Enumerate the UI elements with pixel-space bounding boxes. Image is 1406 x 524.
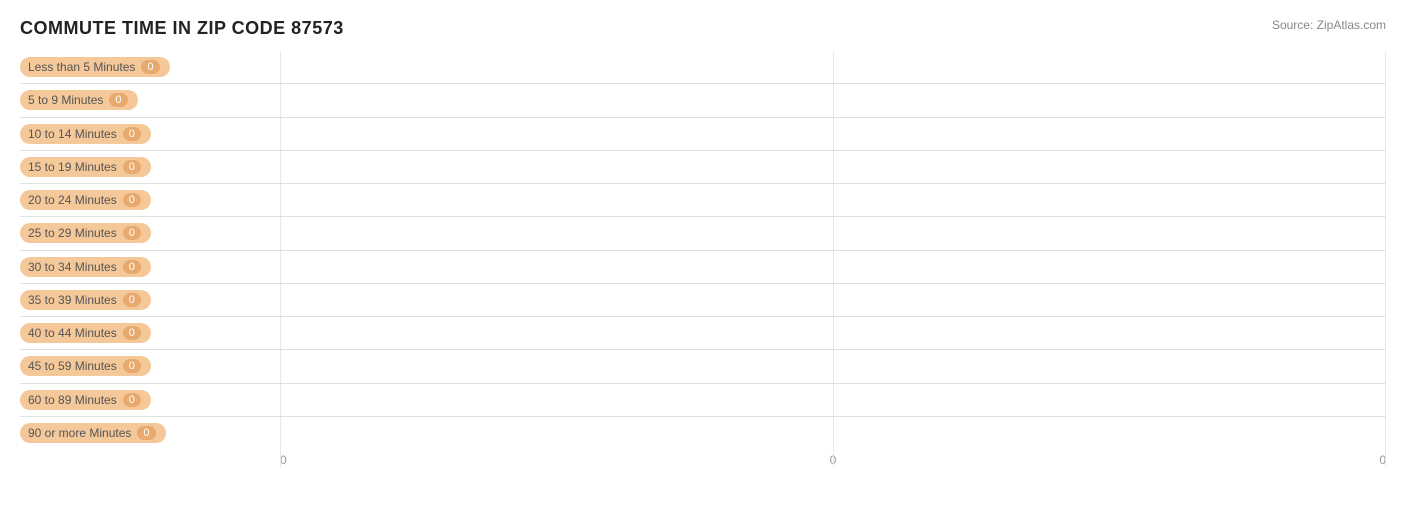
- bar-row: 15 to 19 Minutes 0: [20, 151, 1386, 184]
- bar-label-text: 15 to 19 Minutes: [28, 160, 117, 174]
- bar-label-container: 60 to 89 Minutes 0: [20, 390, 280, 410]
- bar-label: 35 to 39 Minutes 0: [20, 290, 151, 310]
- bar-row: Less than 5 Minutes 0: [20, 51, 1386, 84]
- bar-row: 25 to 29 Minutes 0: [20, 217, 1386, 250]
- bar-label: 60 to 89 Minutes 0: [20, 390, 151, 410]
- bar-label-text: 5 to 9 Minutes: [28, 93, 103, 107]
- bar-row: 90 or more Minutes 0: [20, 417, 1386, 449]
- bar-label: Less than 5 Minutes 0: [20, 57, 170, 77]
- bar-label-text: 45 to 59 Minutes: [28, 359, 117, 373]
- bar-label-text: 20 to 24 Minutes: [28, 193, 117, 207]
- bar-label-text: 10 to 14 Minutes: [28, 127, 117, 141]
- chart-area: Less than 5 Minutes05 to 9 Minutes010 to…: [20, 51, 1386, 467]
- bar-track: [280, 118, 1386, 150]
- bar-value: 0: [123, 293, 141, 307]
- bar-track: [280, 317, 1386, 349]
- bar-row: 35 to 39 Minutes 0: [20, 284, 1386, 317]
- bar-label-container: 15 to 19 Minutes 0: [20, 157, 280, 177]
- bar-track: [280, 184, 1386, 216]
- bar-track: [280, 151, 1386, 183]
- bar-label: 5 to 9 Minutes 0: [20, 90, 138, 110]
- x-axis: 0 0 0: [20, 449, 1386, 467]
- bar-label: 45 to 59 Minutes 0: [20, 356, 151, 376]
- bar-label: 10 to 14 Minutes 0: [20, 124, 151, 144]
- bar-label-text: 35 to 39 Minutes: [28, 293, 117, 307]
- x-axis-label-0: 0: [280, 453, 287, 467]
- bar-track: [280, 417, 1386, 449]
- chart-container: COMMUTE TIME IN ZIP CODE 87573 Source: Z…: [0, 0, 1406, 524]
- x-axis-label-2: 0: [1379, 453, 1386, 467]
- bars-container: Less than 5 Minutes05 to 9 Minutes010 to…: [20, 51, 1386, 449]
- bar-row: 5 to 9 Minutes 0: [20, 84, 1386, 117]
- bar-value: 0: [109, 93, 127, 107]
- bar-row: 20 to 24 Minutes 0: [20, 184, 1386, 217]
- bar-label: 90 or more Minutes 0: [20, 423, 166, 443]
- bar-label-container: 25 to 29 Minutes 0: [20, 223, 280, 243]
- bar-label-text: 60 to 89 Minutes: [28, 393, 117, 407]
- bar-label-text: Less than 5 Minutes: [28, 60, 135, 74]
- chart-title: COMMUTE TIME IN ZIP CODE 87573: [20, 18, 1386, 39]
- bar-value: 0: [123, 160, 141, 174]
- bar-value: 0: [137, 426, 155, 440]
- bar-track: [280, 84, 1386, 116]
- bar-label-container: 45 to 59 Minutes 0: [20, 356, 280, 376]
- bar-row: 10 to 14 Minutes 0: [20, 118, 1386, 151]
- source-label: Source: ZipAtlas.com: [1272, 18, 1386, 32]
- bar-value: 0: [123, 193, 141, 207]
- bar-track: [280, 51, 1386, 83]
- bar-value: 0: [141, 60, 159, 74]
- bar-value: 0: [123, 393, 141, 407]
- bar-label-container: 5 to 9 Minutes 0: [20, 90, 280, 110]
- bar-label: 15 to 19 Minutes 0: [20, 157, 151, 177]
- bar-label: 20 to 24 Minutes 0: [20, 190, 151, 210]
- bar-label-text: 40 to 44 Minutes: [28, 326, 117, 340]
- bar-track: [280, 217, 1386, 249]
- bar-label-container: 90 or more Minutes 0: [20, 423, 280, 443]
- bar-label-text: 90 or more Minutes: [28, 426, 131, 440]
- bar-label-text: 25 to 29 Minutes: [28, 226, 117, 240]
- bar-value: 0: [123, 226, 141, 240]
- bar-row: 40 to 44 Minutes 0: [20, 317, 1386, 350]
- bar-value: 0: [123, 326, 141, 340]
- bar-value: 0: [123, 260, 141, 274]
- bar-label-container: 35 to 39 Minutes 0: [20, 290, 280, 310]
- bar-track: [280, 251, 1386, 283]
- bar-label: 40 to 44 Minutes 0: [20, 323, 151, 343]
- bar-value: 0: [123, 127, 141, 141]
- bar-track: [280, 350, 1386, 382]
- bar-track: [280, 384, 1386, 416]
- bar-label-container: Less than 5 Minutes 0: [20, 57, 280, 77]
- bar-label: 30 to 34 Minutes 0: [20, 257, 151, 277]
- bar-row: 30 to 34 Minutes 0: [20, 251, 1386, 284]
- bar-track: [280, 284, 1386, 316]
- bar-label-container: 40 to 44 Minutes 0: [20, 323, 280, 343]
- bar-row: 45 to 59 Minutes 0: [20, 350, 1386, 383]
- bar-value: 0: [123, 359, 141, 373]
- bar-label-container: 30 to 34 Minutes 0: [20, 257, 280, 277]
- bar-label: 25 to 29 Minutes 0: [20, 223, 151, 243]
- bar-label-container: 20 to 24 Minutes 0: [20, 190, 280, 210]
- bar-label-text: 30 to 34 Minutes: [28, 260, 117, 274]
- bar-label-container: 10 to 14 Minutes 0: [20, 124, 280, 144]
- x-axis-label-1: 0: [830, 453, 837, 467]
- bar-row: 60 to 89 Minutes 0: [20, 384, 1386, 417]
